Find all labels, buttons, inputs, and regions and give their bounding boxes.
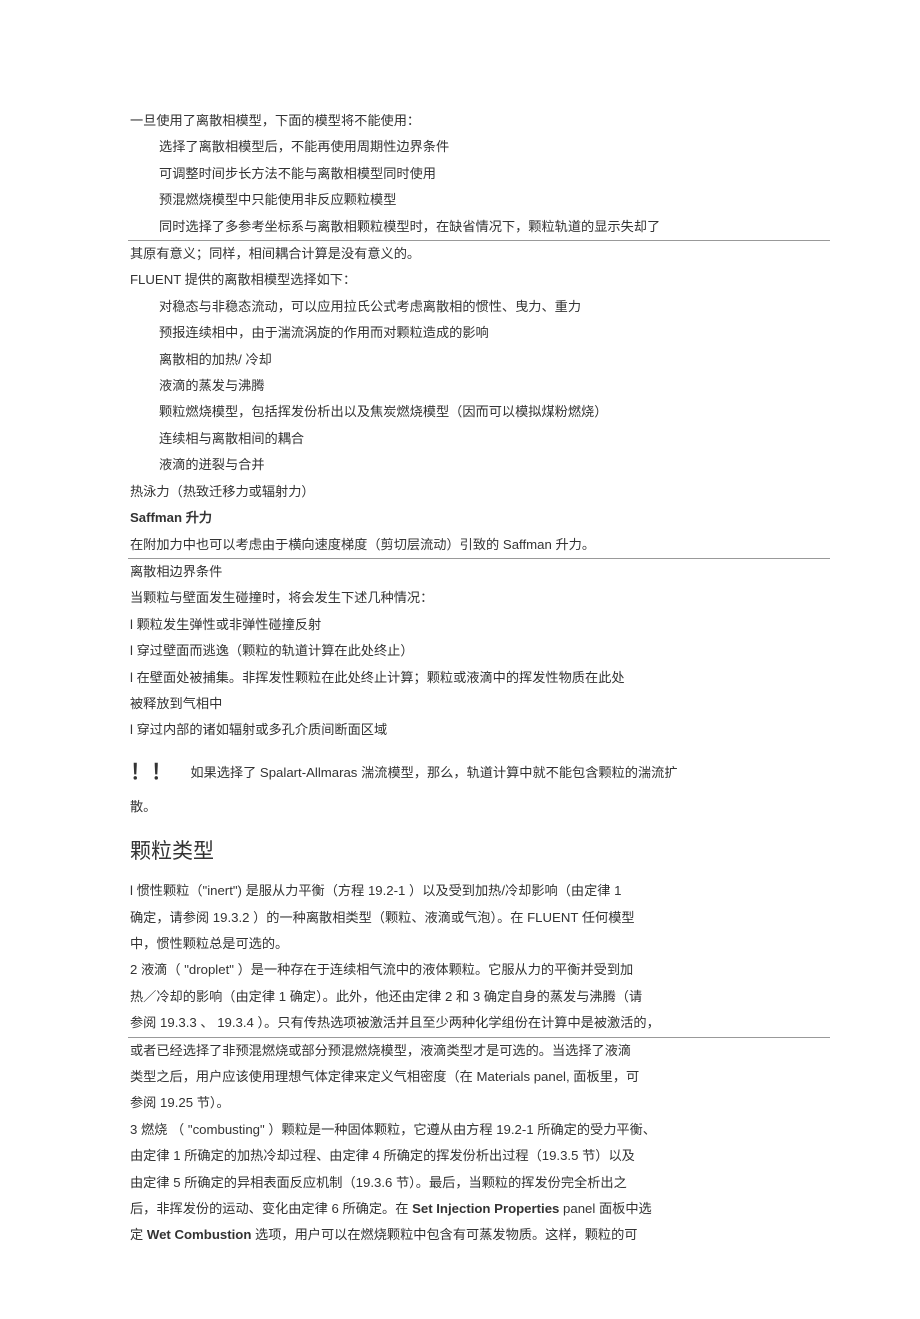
opt-5: 颗粒燃烧模型，包括挥发份析出以及焦炭燃烧模型（因而可以模拟煤粉燃烧） <box>130 399 790 425</box>
type3-line1: 3 燃烧 （ "combusting" ）颗粒是一种固体颗粒，它遵从由方程 19… <box>130 1117 790 1143</box>
bc-item-1: l 颗粒发生弹性或非弹性碰撞反射 <box>130 612 790 638</box>
type2-line4: 或者已经选择了非预混燃烧或部分预混燃烧模型，液滴类型才是可选的。当选择了液滴 <box>130 1038 790 1064</box>
t3l5-a: 定 <box>130 1227 147 1242</box>
intro-line: 一旦使用了离散相模型，下面的模型将不能使用： <box>130 108 790 134</box>
type2-line3: 参阅 19.3.3 、 19.3.4 ）。只有传热选项被激活并且至少两种化学组份… <box>130 1010 790 1036</box>
bc-item-4: l 穿过内部的诸如辐射或多孔介质间断面区域 <box>130 717 790 743</box>
opt-6: 连续相与离散相间的耦合 <box>130 426 790 452</box>
document-page: 一旦使用了离散相模型，下面的模型将不能使用： 选择了离散相模型后，不能再使用周期… <box>0 0 920 1319</box>
opt-7: 液滴的迸裂与合并 <box>130 452 790 478</box>
type1-line1: l 惯性颗粒（"inert") 是服从力平衡（方程 19.2-1 ）以及受到加热… <box>130 878 790 904</box>
particle-type-heading: 颗粒类型 <box>130 830 790 872</box>
bullet-3: 预混燃烧模型中只能使用非反应颗粒模型 <box>130 187 790 213</box>
type3-line3: 由定律 5 所确定的异相表面反应机制（19.3.6 节）。最后，当颗粒的挥发份完… <box>130 1170 790 1196</box>
type1-line3: 中，惯性颗粒总是可选的。 <box>130 931 790 957</box>
opt-1: 对稳态与非稳态流动，可以应用拉氏公式考虑离散相的惯性、曳力、重力 <box>130 294 790 320</box>
bullet-1: 选择了离散相模型后，不能再使用周期性边界条件 <box>130 134 790 160</box>
fluent-head: FLUENT 提供的离散相模型选择如下： <box>130 267 790 293</box>
warning-icon: ！！ <box>130 761 172 784</box>
bc-item-3b: 被释放到气相中 <box>130 691 790 717</box>
t3l4-c: panel 面板中选 <box>559 1201 651 1216</box>
bullet-5: 其原有意义；同样，相间耦合计算是没有意义的。 <box>130 241 790 267</box>
bc-item-3a: l 在壁面处被捕集。非挥发性颗粒在此处终止计算；颗粒或液滴中的挥发性物质在此处 <box>130 665 790 691</box>
warning-text: 如果选择了 Spalart-Allmaras 湍流模型，那么，轨道计算中就不能包… <box>190 765 677 780</box>
bullet-4: 同时选择了多参考坐标系与离散相颗粒模型时，在缺省情况下，颗粒轨道的显示失却了 <box>130 214 790 240</box>
type2-line6: 参阅 19.25 节）。 <box>130 1090 790 1116</box>
bc-intro: 当颗粒与壁面发生碰撞时，将会发生下述几种情况： <box>130 585 790 611</box>
saffman-heading: Saffman 升力 <box>130 505 790 531</box>
saffman-body: 在附加力中也可以考虑由于横向速度梯度（剪切层流动）引致的 Saffman 升力。 <box>130 532 790 558</box>
opt-4: 液滴的蒸发与沸腾 <box>130 373 790 399</box>
type2-line5: 类型之后，用户应该使用理想气体定律来定义气相密度（在 Materials pan… <box>130 1064 790 1090</box>
bullet-2: 可调整时间步长方法不能与离散相模型同时使用 <box>130 161 790 187</box>
opt-2: 预报连续相中，由于湍流涡旋的作用而对颗粒造成的影响 <box>130 320 790 346</box>
type2-line2: 热／冷却的影响（由定律 1 确定）。此外，他还由定律 2 和 3 确定自身的蒸发… <box>130 984 790 1010</box>
type3-line5: 定 Wet Combustion 选项，用户可以在燃烧颗粒中包含有可蒸发物质。这… <box>130 1222 790 1248</box>
t3l5-c: 选项，用户可以在燃烧颗粒中包含有可蒸发物质。这样，颗粒的可 <box>251 1227 637 1242</box>
t3l4-a: 后，非挥发份的运动、变化由定律 6 所确定。在 <box>130 1201 412 1216</box>
warning-text-2: 散。 <box>130 794 790 820</box>
bc-heading: 离散相边界条件 <box>130 559 790 585</box>
set-injection-properties-label: Set Injection Properties <box>412 1201 559 1216</box>
warning-line: ！！ 如果选择了 Spalart-Allmaras 湍流模型，那么，轨道计算中就… <box>130 752 790 794</box>
type3-line2: 由定律 1 所确定的加热冷却过程、由定律 4 所确定的挥发份析出过程（19.3.… <box>130 1143 790 1169</box>
type3-line4: 后，非挥发份的运动、变化由定律 6 所确定。在 Set Injection Pr… <box>130 1196 790 1222</box>
type2-line1: 2 液滴（ "droplet" ）是一种存在于连续相气流中的液体颗粒。它服从力的… <box>130 957 790 983</box>
thermophoretic-line: 热泳力（热致迁移力或辐射力） <box>130 479 790 505</box>
type1-line2: 确定，请参阅 19.3.2 ）的一种离散相类型（颗粒、液滴或气泡）。在 FLUE… <box>130 905 790 931</box>
opt-3: 离散相的加热/ 冷却 <box>130 347 790 373</box>
bc-item-2: l 穿过壁面而逃逸（颗粒的轨道计算在此处终止） <box>130 638 790 664</box>
wet-combustion-label: Wet Combustion <box>147 1227 252 1242</box>
